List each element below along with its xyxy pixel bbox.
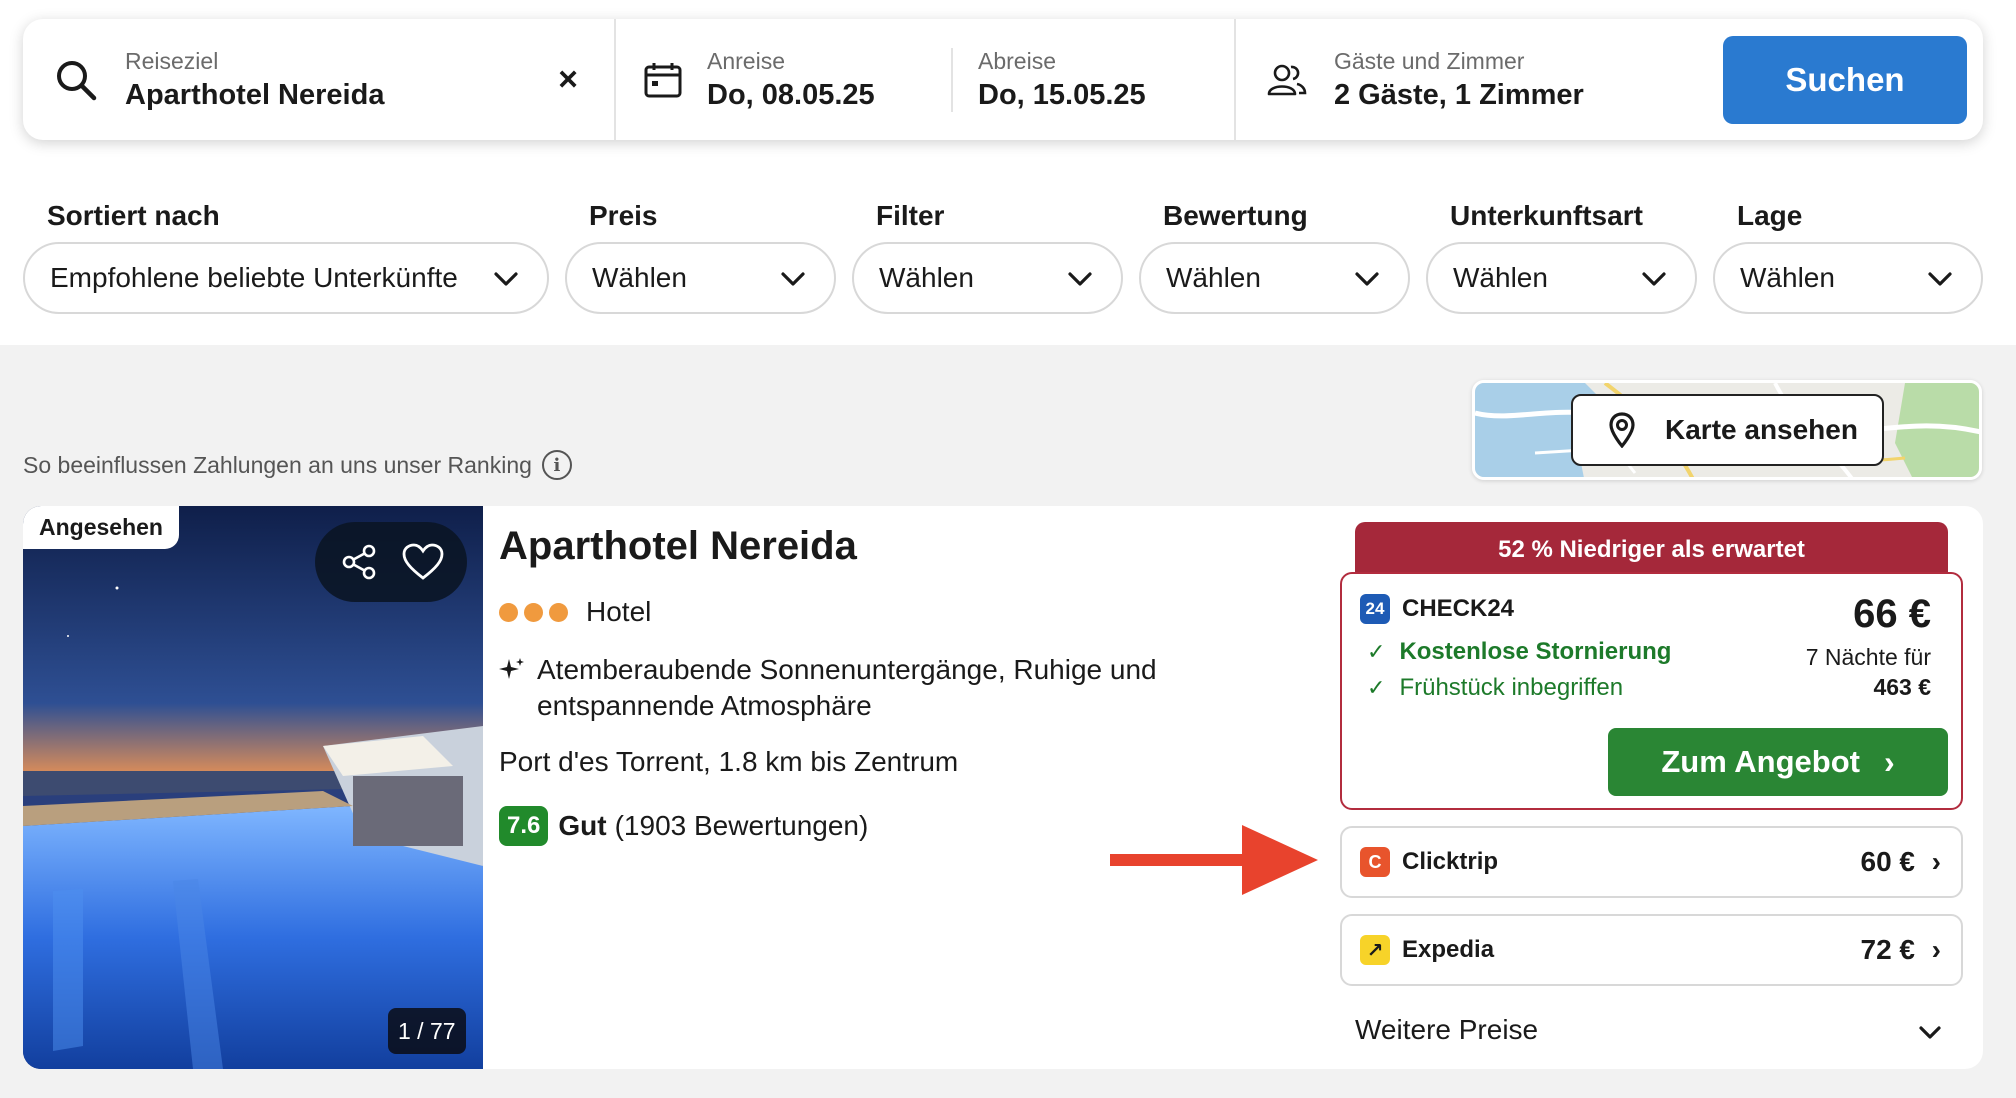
search-bar: Reiseziel Aparthotel Nereida × Anreise D… [23, 19, 1983, 140]
checkout-label: Abreise [978, 47, 1056, 74]
star-dot [499, 602, 518, 622]
provider-name: Clicktrip [1402, 848, 1499, 875]
rating-word: Gut [558, 810, 607, 841]
deal-banner: 52 % Niedriger als erwartet [1355, 522, 1948, 578]
location-select[interactable]: Wählen [1713, 242, 1983, 314]
star-dot [549, 602, 568, 622]
filter-label: Preis [589, 200, 658, 231]
filter-value: Wählen [879, 262, 974, 293]
total-price: 463 € [1873, 674, 1931, 700]
date-range-field: Anreise Do, 08.05.25 Abreise Do, 15.05.2… [616, 19, 1236, 140]
chevron-down-icon [1355, 272, 1379, 286]
checkin-field[interactable]: Anreise Do, 08.05.25 [616, 47, 953, 112]
hotel-photo[interactable]: Angesehen 1 / 77 [23, 506, 483, 1069]
chevron-down-icon [1642, 272, 1666, 286]
highlights-text: Atemberaubende Sonnenuntergänge, Ruhige … [537, 654, 1157, 721]
benefit-text: Kostenlose Stornierung [1399, 638, 1672, 665]
photo-counter: 1 / 77 [388, 1008, 466, 1054]
provider-name: Expedia [1402, 936, 1495, 963]
deal-price: 66 € [1853, 592, 1931, 636]
price-select[interactable]: Wählen [565, 242, 836, 314]
filter-value: Wählen [1453, 262, 1548, 293]
guests-value: 2 Gäste, 1 Zimmer [1334, 78, 1584, 111]
clear-destination-button[interactable]: × [558, 60, 578, 99]
provider-name: CHECK24 [1402, 595, 1515, 622]
filter-value: Wählen [1740, 262, 1835, 293]
offer-label: Zum Angebot [1661, 744, 1860, 779]
chevron-down-icon [1928, 272, 1952, 286]
rating-select[interactable]: Wählen [1139, 242, 1410, 314]
to-offer-button[interactable]: Zum Angebot › [1608, 728, 1948, 796]
search-icon [57, 60, 97, 100]
checkin-value: Do, 08.05.25 [707, 78, 875, 111]
checkout-value: Do, 15.05.25 [978, 78, 1146, 111]
hotel-rating[interactable]: 7.6 Gut (1903 Bewertungen) [499, 806, 868, 846]
filter-label: Unterkunftsart [1450, 200, 1643, 231]
provider-price: 72 € [1860, 934, 1916, 965]
chevron-right-icon: › [1931, 934, 1941, 965]
check24-provider: 24 CHECK24 [1360, 594, 1514, 624]
map-pin-icon [1609, 412, 1635, 448]
expedia-logo-icon: ↗ [1360, 935, 1390, 965]
filter-value: Wählen [592, 262, 687, 293]
destination-value: Aparthotel Nereida [125, 78, 385, 111]
destination-field[interactable]: Reiseziel Aparthotel Nereida × [23, 19, 616, 140]
hotel-type: Hotel [586, 596, 652, 627]
share-icon[interactable] [339, 542, 379, 582]
checkin-label: Anreise [707, 47, 785, 74]
accommodation-type-select[interactable]: Wählen [1426, 242, 1697, 314]
provider-price: 60 € [1860, 846, 1916, 877]
guests-icon [1267, 64, 1307, 95]
calendar-icon [644, 62, 682, 97]
hotel-category: Hotel [499, 596, 651, 628]
provider-row-expedia[interactable]: ↗ Expedia 72 € › [1340, 914, 1963, 986]
hotel-highlights: Atemberaubende Sonnenuntergänge, Ruhige … [499, 652, 1199, 724]
filter-label: Filter [876, 200, 945, 231]
filter-value: Empfohlene beliebte Unterkünfte [50, 262, 458, 293]
show-map-label: Karte ansehen [1665, 414, 1858, 445]
ranking-note[interactable]: So beeinflussen Zahlungen an uns unser R… [23, 450, 572, 480]
sort-select[interactable]: Empfohlene beliebte Unterkünfte [23, 242, 549, 314]
destination-label: Reiseziel [125, 47, 219, 74]
rating-score: 7.6 [499, 806, 549, 846]
heart-icon[interactable] [402, 543, 444, 581]
breakfast-included: ✓ Frühstück inbegriffen [1367, 674, 1623, 702]
filter-label: Sortiert nach [47, 200, 220, 231]
chevron-down-icon [781, 272, 805, 286]
nights-info: 7 Nächte für [1805, 644, 1931, 670]
benefit-text: Frühstück inbegriffen [1399, 674, 1624, 701]
filter-value: Wählen [1166, 262, 1261, 293]
check-icon: ✓ [1367, 675, 1386, 700]
hotel-card: Angesehen 1 / 77 Aparthotel Nereida Hote… [23, 506, 1983, 1069]
sparkle-icon [499, 658, 524, 679]
filter-label: Bewertung [1163, 200, 1308, 231]
ranking-note-text: So beeinflussen Zahlungen an uns unser R… [23, 451, 532, 478]
seen-badge: Angesehen [23, 506, 179, 549]
more-prices-link[interactable]: Weitere Preise [1355, 1014, 1538, 1046]
filter-select[interactable]: Wählen [852, 242, 1123, 314]
check-icon: ✓ [1367, 639, 1386, 664]
chevron-right-icon: › [1883, 743, 1895, 780]
star-dot [524, 602, 543, 622]
chevron-down-icon [1068, 272, 1092, 286]
clicktrip-logo-icon: C [1360, 847, 1390, 877]
checkout-field[interactable]: Abreise Do, 15.05.25 [953, 19, 1146, 140]
search-button[interactable]: Suchen [1723, 36, 1967, 124]
chevron-down-icon[interactable] [1918, 1020, 1942, 1044]
chevron-down-icon [494, 272, 518, 286]
top-deal[interactable]: 24 CHECK24 ✓ Kostenlose Stornierung ✓ Fr… [1340, 572, 1963, 810]
provider-row-clicktrip[interactable]: C Clicktrip 60 € › [1340, 826, 1963, 898]
info-icon[interactable]: i [541, 450, 572, 480]
chevron-right-icon: › [1931, 846, 1941, 877]
annotation-arrow-icon [1110, 825, 1318, 895]
photo-actions [315, 522, 467, 602]
filter-label: Lage [1737, 200, 1803, 231]
guests-label: Gäste und Zimmer [1334, 47, 1525, 74]
hotel-location: Port d'es Torrent, 1.8 km bis Zentrum [499, 746, 959, 777]
rating-count: (1903 Bewertungen) [614, 810, 869, 841]
show-map-button[interactable]: Karte ansehen [1571, 394, 1884, 466]
hotel-name[interactable]: Aparthotel Nereida [499, 524, 857, 569]
check24-logo-icon: 24 [1360, 594, 1390, 624]
free-cancellation: ✓ Kostenlose Stornierung [1367, 638, 1671, 666]
